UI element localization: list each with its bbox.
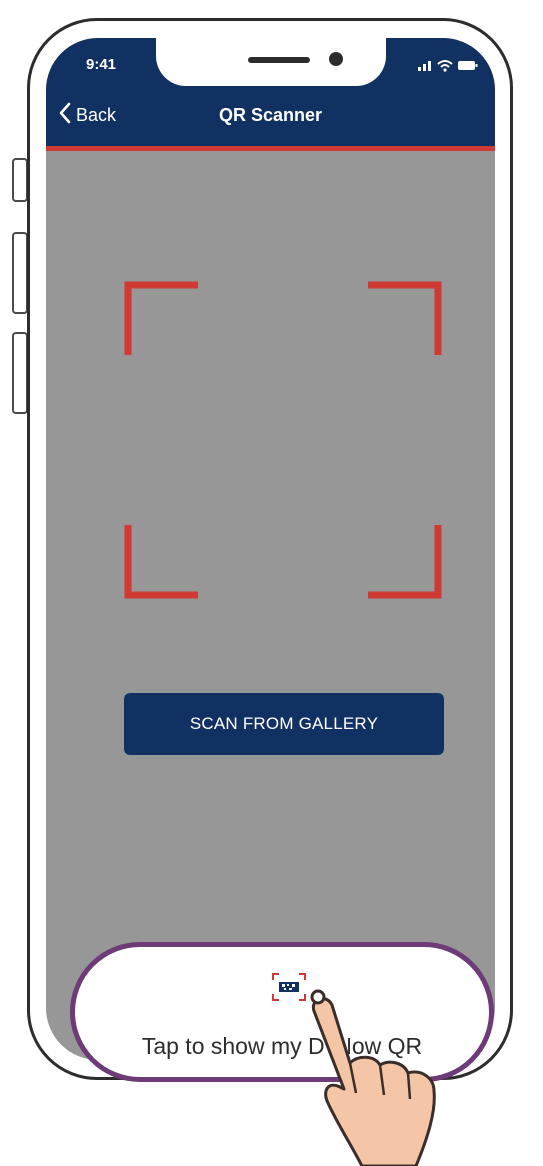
mute-switch xyxy=(12,158,28,202)
phone-screen: 9:41 Back QR Scanner SCAN FROM GALLERY xyxy=(46,38,495,1060)
volume-down-button xyxy=(12,332,28,414)
scan-from-gallery-button[interactable]: SCAN FROM GALLERY xyxy=(124,693,444,755)
status-icons xyxy=(418,58,478,72)
wifi-icon xyxy=(437,60,453,72)
scan-frame xyxy=(124,281,442,599)
scan-corner-top-right xyxy=(368,281,442,355)
phone-notch xyxy=(156,38,386,86)
page-title: QR Scanner xyxy=(218,105,323,125)
app-header: 9:41 Back QR Scanner xyxy=(46,38,495,151)
app-mockup: 9:41 Back QR Scanner SCAN FROM GALLERY T… xyxy=(0,0,543,1166)
battery-icon xyxy=(458,61,478,70)
scan-corner-top-left xyxy=(124,281,198,355)
scan-corner-bottom-left xyxy=(124,525,198,599)
status-time: 9:41 xyxy=(86,56,117,73)
speaker-grille xyxy=(248,57,310,63)
volume-up-button xyxy=(12,232,28,314)
signal-icon xyxy=(418,61,431,71)
front-camera xyxy=(329,52,343,66)
scan-corner-bottom-right xyxy=(368,525,442,599)
tap-hand-icon xyxy=(310,989,436,1166)
